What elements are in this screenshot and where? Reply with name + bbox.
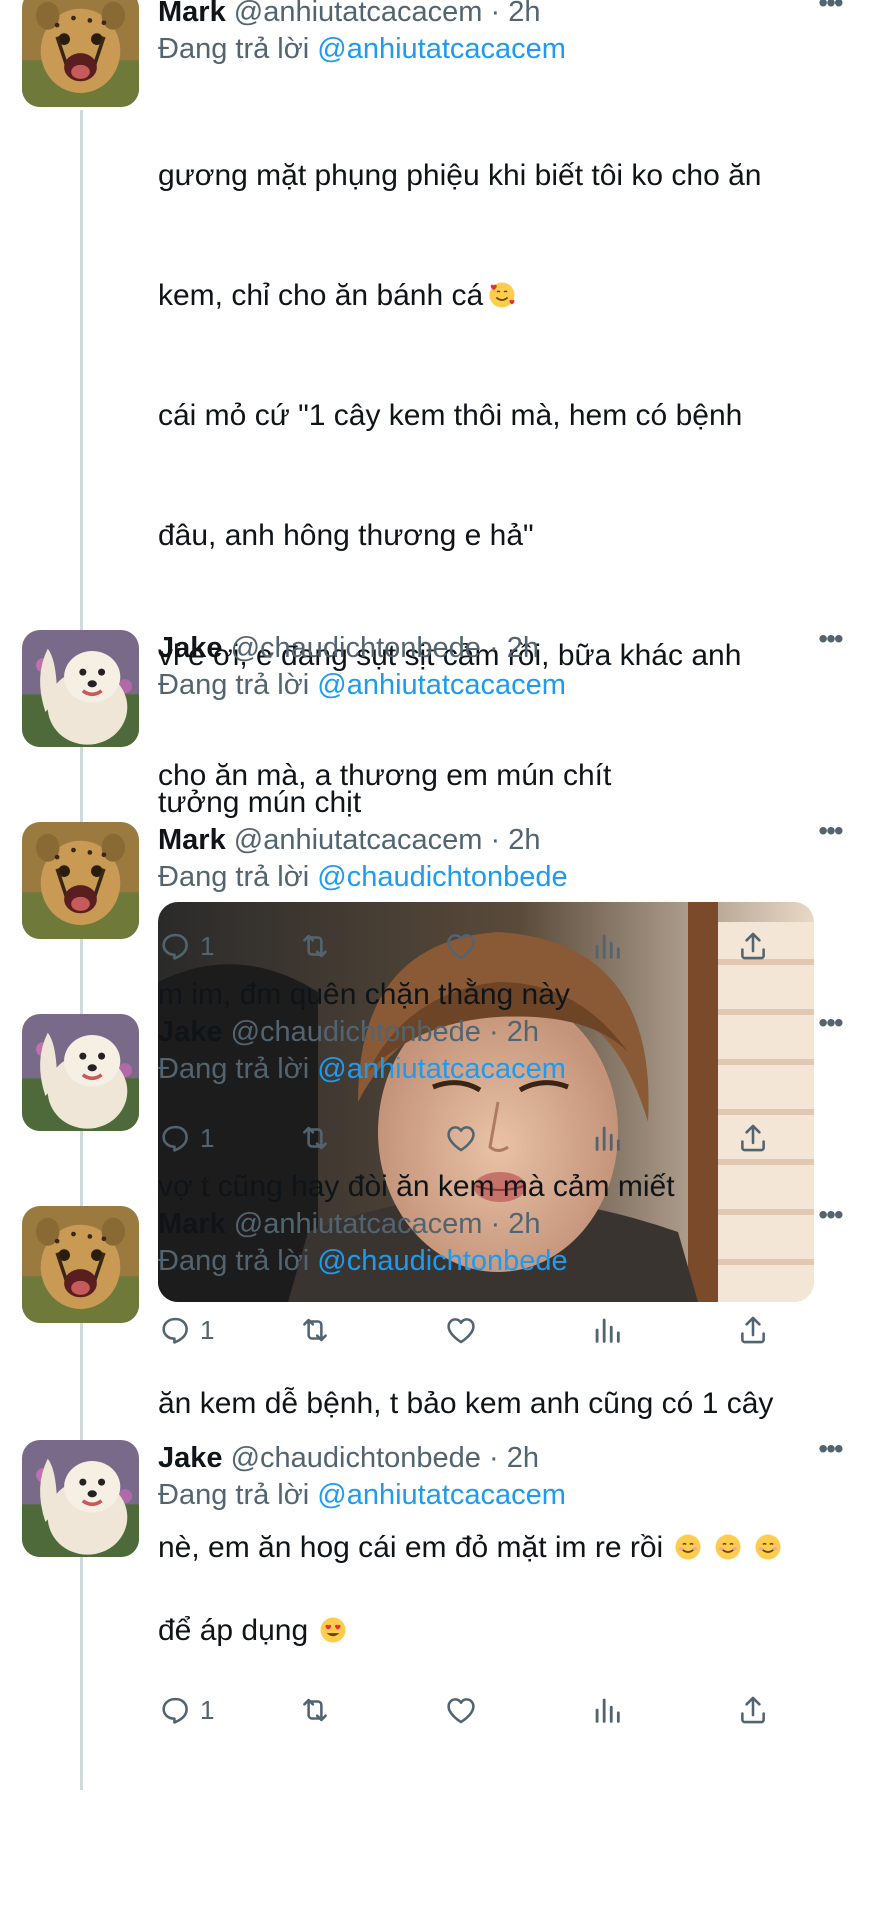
- handle[interactable]: @chaudichtonbede: [231, 632, 481, 664]
- tweet-header: Jake @chaudichtonbede · 2h: [158, 1014, 848, 1050]
- timestamp[interactable]: · 2h: [491, 824, 541, 856]
- display-name[interactable]: Mark: [158, 0, 226, 28]
- more-icon[interactable]: •••: [812, 1009, 848, 1042]
- display-name[interactable]: Mark: [158, 824, 226, 856]
- more-icon[interactable]: •••: [812, 1201, 848, 1234]
- heart-eyes-icon: [318, 1615, 348, 1645]
- timestamp[interactable]: · 2h: [491, 1208, 541, 1240]
- mention-link[interactable]: @chaudichtonbede: [317, 861, 567, 893]
- timestamp[interactable]: · 2h: [489, 1442, 539, 1474]
- display-name[interactable]: Mark: [158, 1208, 226, 1240]
- tweet-header: Jake @chaudichtonbede · 2h: [158, 630, 848, 666]
- tweet-header: Mark @anhiutatcacacem · 2h: [158, 0, 848, 30]
- tweet-text: để áp dụng: [158, 1536, 848, 1726]
- timestamp[interactable]: · 2h: [491, 0, 541, 28]
- display-name[interactable]: Jake: [158, 1016, 223, 1048]
- handle[interactable]: @chaudichtonbede: [231, 1016, 481, 1048]
- tweet-header: Mark @anhiutatcacacem · 2h: [158, 822, 848, 858]
- timestamp[interactable]: · 2h: [489, 1016, 539, 1048]
- avatar[interactable]: [22, 1206, 139, 1323]
- replying-to: Đang trả lời @chaudichtonbede: [158, 861, 568, 893]
- more-icon[interactable]: •••: [812, 625, 848, 658]
- replying-to: Đang trả lời @anhiutatcacacem: [158, 669, 566, 701]
- replying-to: Đang trả lời @anhiutatcacacem: [158, 1053, 566, 1085]
- handle[interactable]: @anhiutatcacacem: [234, 0, 483, 28]
- avatar[interactable]: [22, 1014, 139, 1131]
- tweet-header: Jake @chaudichtonbede · 2h: [158, 1440, 848, 1476]
- handle[interactable]: @anhiutatcacacem: [234, 824, 483, 856]
- display-name[interactable]: Jake: [158, 1442, 223, 1474]
- more-icon[interactable]: •••: [812, 817, 848, 850]
- smiling-face-with-hearts-icon: [487, 280, 517, 310]
- replying-to: Đang trả lời @anhiutatcacacem: [158, 1479, 566, 1511]
- mention-link[interactable]: @chaudichtonbede: [317, 1245, 567, 1277]
- mention-link[interactable]: @anhiutatcacacem: [317, 669, 566, 701]
- more-icon[interactable]: •••: [812, 1435, 848, 1468]
- tweet-header: Mark @anhiutatcacacem · 2h: [158, 1206, 848, 1242]
- avatar[interactable]: [22, 1440, 139, 1557]
- avatar[interactable]: [22, 630, 139, 747]
- mention-link[interactable]: @anhiutatcacacem: [317, 1053, 566, 1085]
- replying-to: Đang trả lời @anhiutatcacacem: [158, 33, 566, 65]
- handle[interactable]: @anhiutatcacacem: [234, 1208, 483, 1240]
- avatar[interactable]: [22, 822, 139, 939]
- timestamp[interactable]: · 2h: [489, 632, 539, 664]
- more-icon[interactable]: •••: [812, 0, 848, 22]
- mention-link[interactable]: @anhiutatcacacem: [317, 1479, 566, 1511]
- handle[interactable]: @chaudichtonbede: [231, 1442, 481, 1474]
- display-name[interactable]: Jake: [158, 632, 223, 664]
- replying-to: Đang trả lời @chaudichtonbede: [158, 1245, 568, 1277]
- mention-link[interactable]: @anhiutatcacacem: [317, 33, 566, 65]
- avatar[interactable]: [22, 0, 139, 107]
